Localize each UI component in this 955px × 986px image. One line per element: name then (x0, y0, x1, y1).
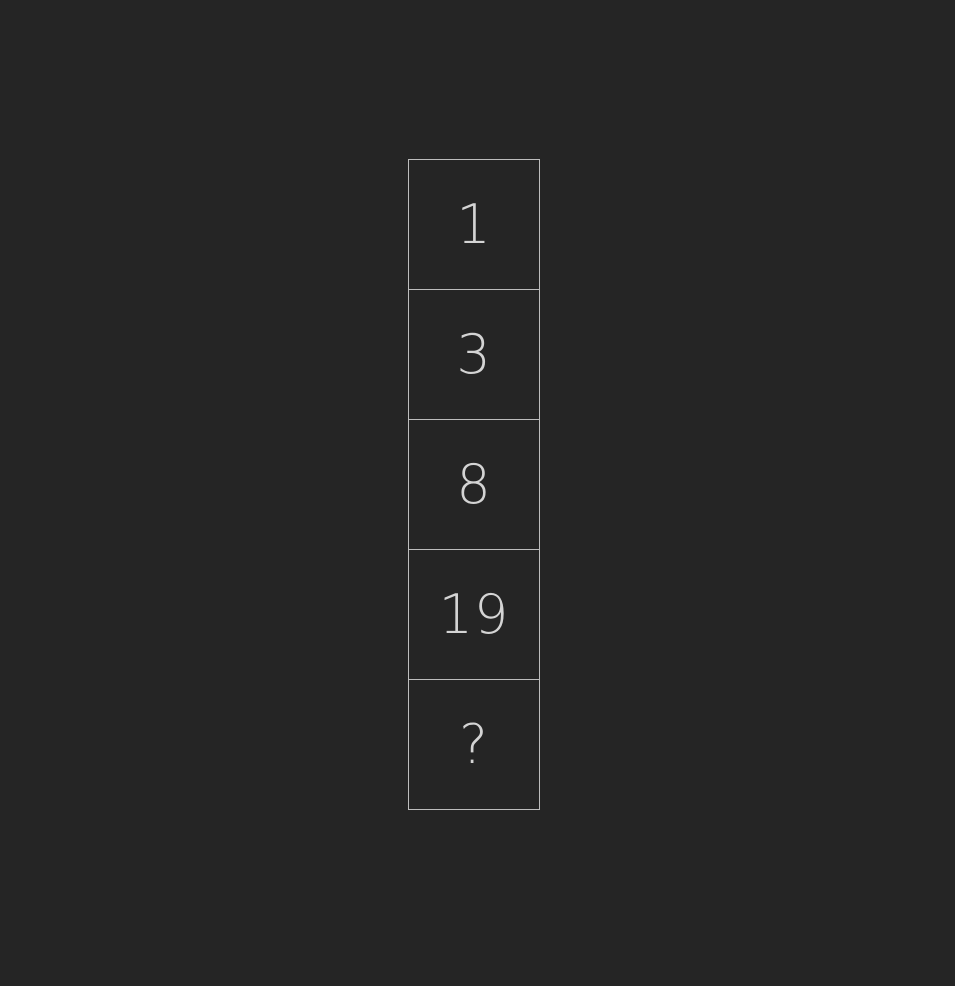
sequence-cell-1: 1 (408, 159, 540, 290)
sequence-cell-2: 3 (408, 289, 540, 420)
sequence-value-2: 3 (456, 323, 492, 386)
sequence-cell-unknown: ? (408, 679, 540, 810)
sequence-value-3: 8 (456, 453, 492, 516)
number-sequence-column: 1 3 8 19 ? (408, 159, 540, 810)
sequence-cell-4: 19 (408, 549, 540, 680)
sequence-value-1: 1 (456, 193, 492, 256)
sequence-value-unknown: ? (459, 713, 489, 776)
sequence-value-4: 19 (438, 583, 510, 646)
sequence-cell-3: 8 (408, 419, 540, 550)
